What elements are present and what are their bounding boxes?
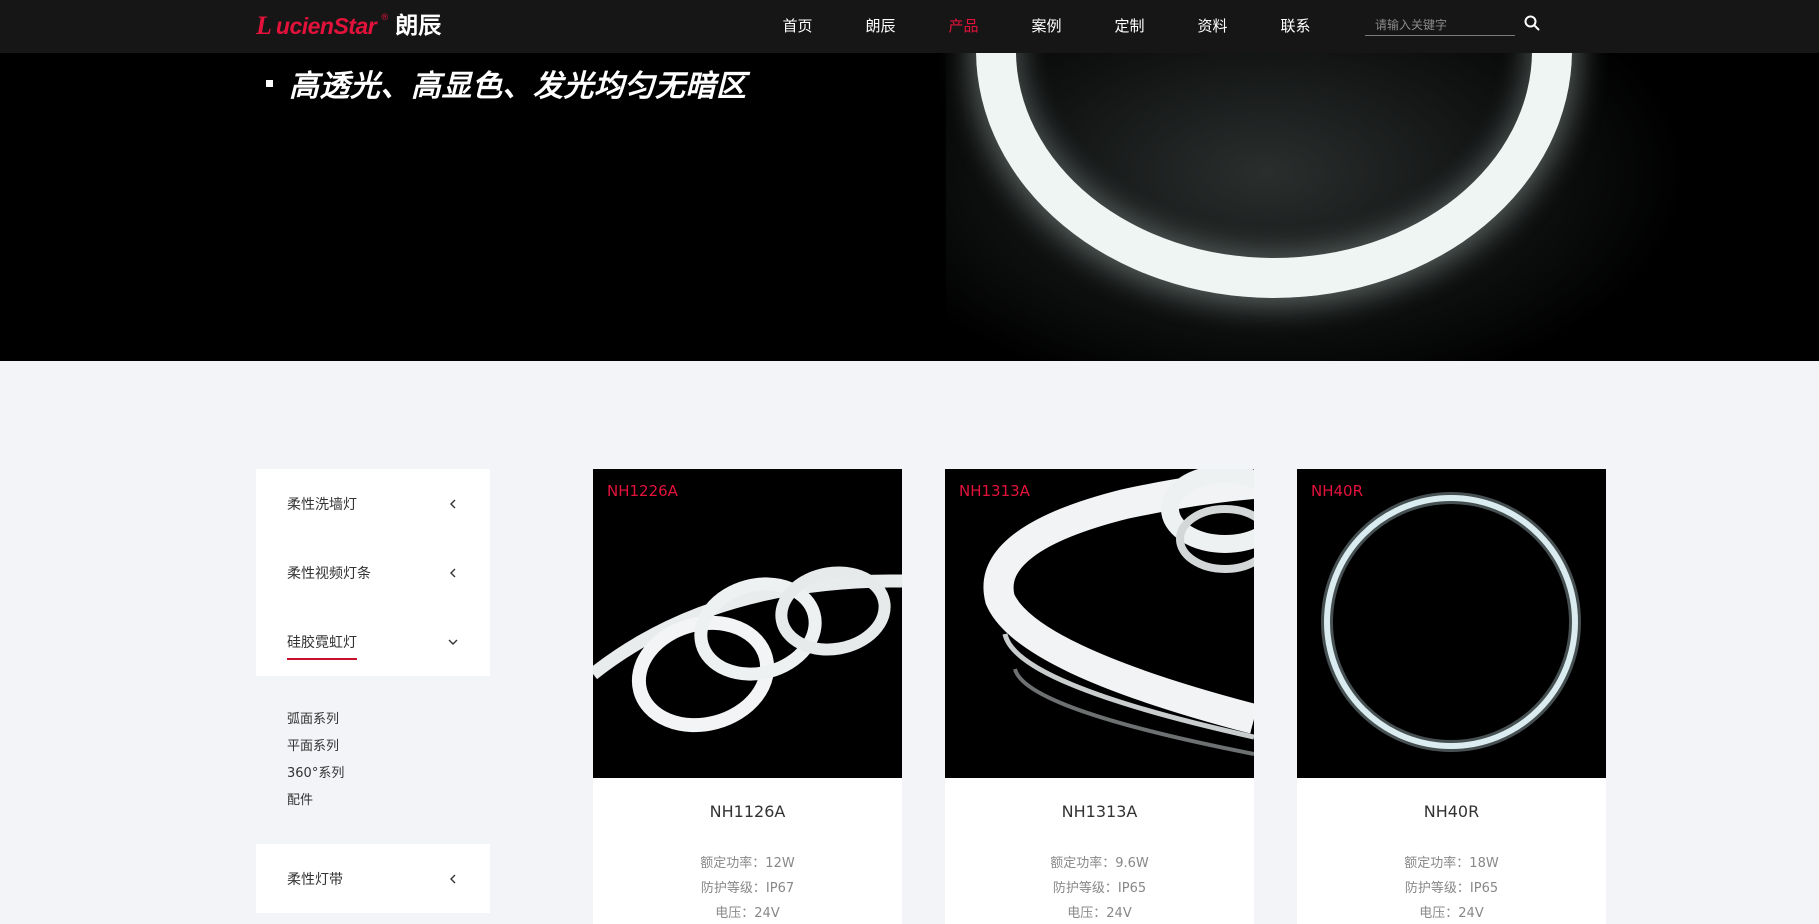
product-card[interactable]: NH1226A NH1126A 额定功率：12W 防护等级：IP67 电压：24… — [593, 469, 902, 924]
category-silicone-neon[interactable]: 硅胶霓虹灯 — [256, 607, 490, 676]
nav-contact[interactable]: 联系 — [1254, 0, 1337, 53]
subcategory-curved[interactable]: 弧面系列 — [287, 706, 490, 733]
product-code: NH1313A — [959, 482, 1030, 500]
chevron-down-icon — [448, 639, 458, 645]
category-flexible-strip[interactable]: 柔性灯带 — [256, 844, 490, 913]
search-input[interactable] — [1365, 15, 1515, 35]
logo-cn: 朗辰 — [395, 13, 442, 39]
product-card[interactable]: NH40R NH40R 额定功率：18W 防护等级：IP65 电压：24V — [1297, 469, 1606, 924]
product-name: NH1126A — [709, 802, 786, 821]
nav-resources[interactable]: 资料 — [1171, 0, 1254, 53]
spec-power: 额定功率：12W — [700, 856, 795, 871]
spec-ip-rating: 防护等级：IP65 — [1404, 881, 1499, 896]
product-name: NH40R — [1423, 802, 1480, 821]
search-icon[interactable] — [1523, 14, 1541, 32]
product-card[interactable]: NH1313A NH1313A 额定功率：9.6W 防护等级：IP65 电压：2… — [945, 469, 1254, 924]
category-label: 硅胶霓虹灯 — [287, 632, 357, 660]
product-specs: 额定功率：9.6W 防护等级：IP65 电压：24V — [945, 851, 1254, 924]
nav-home[interactable]: 首页 — [756, 0, 839, 53]
spec-power: 额定功率：9.6W — [1050, 856, 1149, 871]
logo[interactable]: LucienStar ® 朗辰 — [256, 11, 441, 41]
product-photo — [593, 566, 902, 733]
spec-voltage: 电压：24V — [715, 906, 780, 921]
product-image[interactable]: NH40R — [1297, 469, 1606, 778]
category-video-strip[interactable]: 柔性视频灯条 — [256, 538, 490, 607]
product-photo — [983, 469, 1254, 756]
subcategory-flat[interactable]: 平面系列 — [287, 733, 490, 760]
site-header: LucienStar ® 朗辰 首页 朗辰 产品 案例 定制 资料 联系 — [0, 0, 1819, 53]
product-code: NH40R — [1311, 482, 1364, 500]
spec-ip-rating: 防护等级：IP65 — [1052, 881, 1147, 896]
logo-registered: ® — [380, 13, 390, 23]
nav-products[interactable]: 产品 — [922, 0, 1005, 53]
product-code: NH1226A — [607, 482, 678, 500]
category-wall-washer[interactable]: 柔性洗墙灯 — [256, 469, 490, 538]
logo-mark: L — [256, 11, 272, 40]
product-image[interactable]: NH1313A — [945, 469, 1254, 778]
search-box — [1365, 14, 1515, 36]
chevron-left-icon — [450, 499, 456, 508]
subcategory-list: 弧面系列 平面系列 360°系列 配件 — [256, 676, 490, 844]
bullet-icon — [266, 79, 273, 87]
category-label: 柔性灯带 — [287, 871, 343, 888]
category-list: 柔性洗墙灯 柔性视频灯条 硅胶霓虹灯 — [256, 469, 490, 676]
chevron-left-icon — [450, 568, 456, 577]
spec-power: 额定功率：18W — [1404, 856, 1499, 871]
product-image[interactable]: NH1226A — [593, 469, 902, 778]
subcategory-accessories[interactable]: 配件 — [287, 787, 490, 814]
product-photo — [1321, 492, 1581, 752]
nav-about[interactable]: 朗辰 — [839, 0, 922, 53]
banner-text: 高透光、高显色、发光均匀无暗区 — [266, 61, 747, 105]
chevron-left-icon — [450, 874, 456, 883]
product-specs: 额定功率：18W 防护等级：IP65 电压：24V — [1297, 851, 1606, 924]
hero-banner: 高透光、高显色、发光均匀无暗区 — [0, 53, 1819, 361]
logo-text: ucienStar — [275, 13, 377, 39]
banner-slogan: 高透光、高显色、发光均匀无暗区 — [289, 69, 747, 104]
category-sidebar: 柔性洗墙灯 柔性视频灯条 硅胶霓虹灯 弧面系列 平面系列 360°系列 配件 柔… — [256, 469, 490, 913]
category-label: 柔性洗墙灯 — [287, 496, 357, 513]
main-nav: 首页 朗辰 产品 案例 定制 资料 联系 — [756, 0, 1337, 53]
product-specs: 额定功率：12W 防护等级：IP67 电压：24V — [593, 851, 902, 924]
nav-cases[interactable]: 案例 — [1005, 0, 1088, 53]
category-label: 柔性视频灯条 — [287, 565, 371, 582]
category-list-bottom: 柔性灯带 — [256, 844, 490, 913]
product-name: NH1313A — [1061, 802, 1138, 821]
nav-custom[interactable]: 定制 — [1088, 0, 1171, 53]
spec-voltage: 电压：24V — [1419, 906, 1484, 921]
subcategory-360[interactable]: 360°系列 — [287, 760, 490, 787]
spec-voltage: 电压：24V — [1067, 906, 1132, 921]
spec-ip-rating: 防护等级：IP67 — [700, 881, 795, 896]
